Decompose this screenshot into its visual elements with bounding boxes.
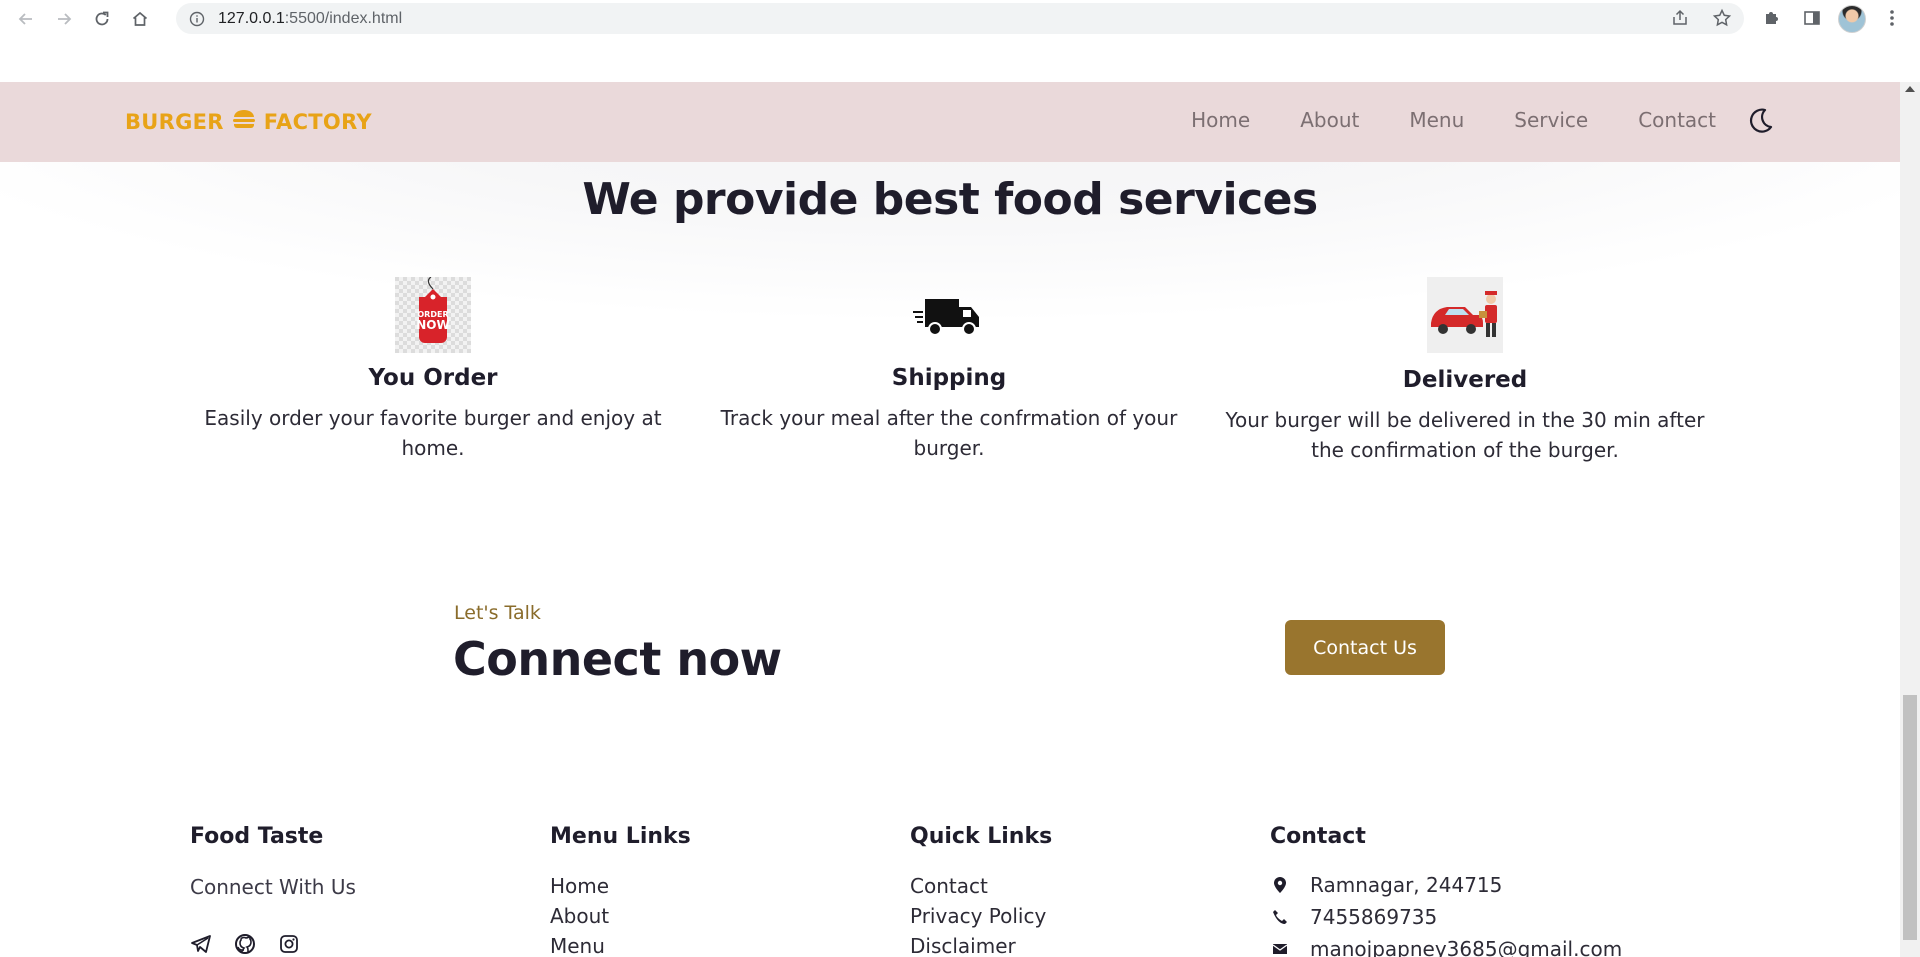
service-card: ORDER NOW You Order Easily order your fa… (193, 277, 673, 463)
contact-phone: 7455869735 (1270, 901, 1690, 933)
footer-link-home[interactable]: Home (550, 871, 880, 901)
nav-contact[interactable]: Contact (1638, 108, 1716, 132)
url-text: 127.0.0.1:5500/index.html (218, 9, 403, 27)
nav-service[interactable]: Service (1514, 108, 1588, 132)
browser-toolbar: 127.0.0.1:5500/index.html (0, 0, 1920, 37)
service-card-text: Your burger will be delivered in the 30 … (1225, 408, 1705, 462)
telegram-icon[interactable] (190, 933, 212, 955)
social-links (190, 933, 520, 955)
footer-link-about[interactable]: About (550, 901, 880, 931)
menu-links-list: Home About Menu (550, 871, 880, 957)
address-bar[interactable]: 127.0.0.1:5500/index.html (176, 3, 1744, 34)
quick-links-list: Contact Privacy Policy Disclaimer (910, 871, 1240, 957)
scrollbar-thumb[interactable] (1903, 695, 1917, 940)
nav-menu[interactable]: Menu (1409, 108, 1464, 132)
logo-text-left: BURGER (125, 109, 224, 134)
main-nav: Home About Menu Service Contact (1191, 108, 1716, 132)
nav-home[interactable]: Home (1191, 108, 1250, 132)
instagram-icon[interactable] (278, 933, 300, 955)
service-card-text: Track your meal after the confrmation of… (720, 406, 1178, 460)
services-title: We provide best food services (582, 174, 1318, 225)
logo-text-right: FACTORY (263, 109, 372, 134)
footer-column-menu-links: Menu Links Home About Menu (550, 824, 880, 957)
home-icon[interactable] (128, 7, 152, 31)
footer-column-food-taste: Food Taste Connect With Us (190, 824, 520, 955)
footer-link-privacy-policy[interactable]: Privacy Policy (910, 901, 1240, 931)
phone-icon (1270, 907, 1290, 927)
svg-text:NOW: NOW (416, 318, 449, 332)
vertical-scrollbar[interactable] (1900, 82, 1920, 957)
service-card: Shipping Track your meal after the confr… (709, 277, 1189, 463)
profile-avatar[interactable] (1838, 5, 1866, 33)
forward-icon[interactable] (52, 7, 76, 31)
delivery-car-icon (1427, 277, 1503, 353)
github-icon[interactable] (234, 933, 256, 955)
truck-icon (911, 277, 987, 353)
bookmark-star-icon[interactable] (1712, 8, 1732, 32)
back-icon[interactable] (14, 7, 38, 31)
extensions-puzzle-icon[interactable] (1760, 6, 1784, 30)
service-card: Delivered Your burger will be delivered … (1225, 277, 1705, 465)
service-card-title: You Order (368, 365, 498, 391)
contact-address: Ramnagar, 244715 (1270, 869, 1690, 901)
mail-icon (1270, 939, 1290, 957)
footer-link-menu[interactable]: Menu (550, 931, 880, 957)
footer-column-contact: Contact Ramnagar, 244715 7455869735 mano… (1270, 824, 1690, 957)
footer-column-quick-links: Quick Links Contact Privacy Policy Discl… (910, 824, 1240, 957)
footer-link-contact[interactable]: Contact (910, 871, 1240, 901)
footer-heading: Food Taste (190, 824, 324, 849)
service-card-title: Shipping (891, 365, 1007, 391)
page-viewport: BURGER FACTORY Home About Menu Service C… (0, 37, 1920, 957)
footer-heading: Quick Links (910, 824, 1053, 849)
nav-about[interactable]: About (1300, 108, 1359, 132)
contact-us-button[interactable]: Contact Us (1285, 620, 1445, 675)
footer-heading: Contact (1270, 824, 1366, 849)
kebab-menu-icon[interactable] (1880, 6, 1904, 30)
side-panel-icon[interactable] (1800, 6, 1824, 30)
connect-title: Connect now (453, 632, 782, 686)
footer-heading: Menu Links (550, 824, 691, 849)
moon-icon[interactable] (1745, 106, 1775, 136)
scroll-up-arrow-icon[interactable] (1905, 86, 1915, 92)
footer-subtext: Connect With Us (190, 875, 356, 899)
footer-link-disclaimer[interactable]: Disclaimer (910, 931, 1240, 957)
contact-list: Ramnagar, 244715 7455869735 manojpapney3… (1270, 869, 1690, 957)
page: BURGER FACTORY Home About Menu Service C… (0, 37, 1900, 957)
reload-icon[interactable] (90, 7, 114, 31)
burger-icon (232, 108, 256, 135)
service-card-text: Easily order your favorite burger and en… (204, 406, 662, 460)
location-pin-icon (1270, 875, 1290, 895)
lets-talk-label: Let's Talk (454, 602, 541, 624)
site-header: BURGER FACTORY Home About Menu Service C… (0, 82, 1900, 162)
share-icon[interactable] (1670, 8, 1690, 32)
service-card-title: Delivered (1402, 367, 1528, 393)
order-now-tag-icon: ORDER NOW (395, 277, 471, 353)
contact-email: manojpapney3685@gmail.com (1270, 933, 1690, 957)
site-info-icon[interactable] (188, 10, 206, 28)
logo[interactable]: BURGER FACTORY (125, 108, 372, 135)
